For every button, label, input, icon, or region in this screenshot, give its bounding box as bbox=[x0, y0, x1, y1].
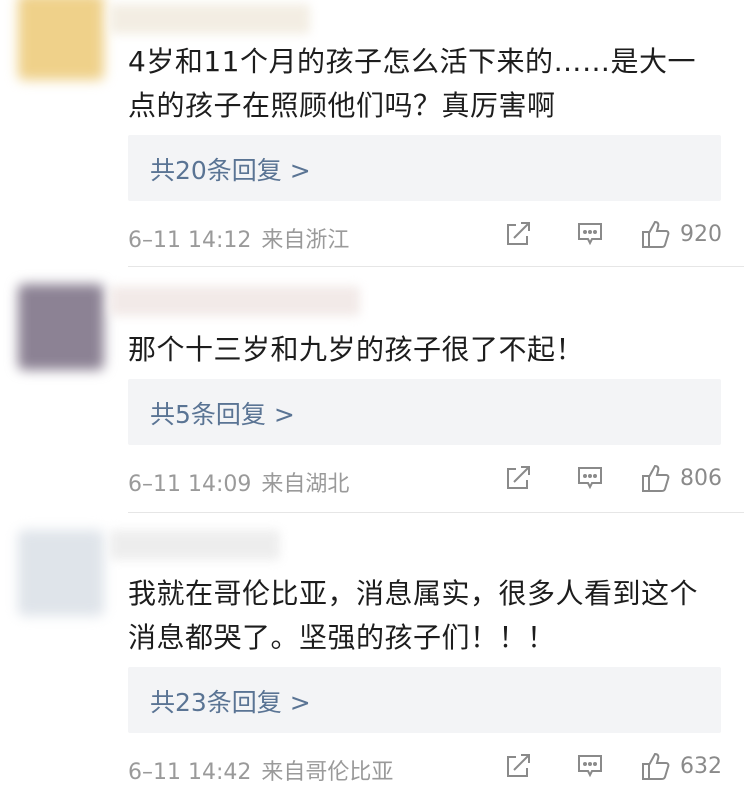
share-button[interactable] bbox=[504, 752, 532, 780]
location: 来自哥伦比亚 bbox=[261, 760, 394, 785]
timestamp: 6–11 14:12 bbox=[128, 228, 252, 253]
username-blurred[interactable] bbox=[110, 530, 280, 560]
comment-text: 我就在哥伦比亚，消息属实，很多人看到这个 消息都哭了。坚强的孩子们！！！ bbox=[128, 572, 728, 660]
share-icon bbox=[507, 222, 530, 245]
like-button[interactable]: 632 bbox=[640, 750, 722, 782]
like-button[interactable]: 920 bbox=[640, 218, 722, 250]
replies-link[interactable]: 共5条回复 > bbox=[150, 395, 295, 431]
comment-text: 那个十三岁和九岁的孩子很了不起！ bbox=[128, 328, 728, 372]
comment-text-line: 消息都哭了。坚强的孩子们！！！ bbox=[128, 621, 556, 654]
like-count: 920 bbox=[680, 221, 722, 247]
share-icon bbox=[507, 466, 530, 489]
divider bbox=[128, 266, 744, 267]
comment-text-line: 4岁和11个月的孩子怎么活下来的……是大一 bbox=[128, 45, 696, 78]
action-bar: 632 bbox=[504, 746, 722, 786]
comment-button[interactable] bbox=[576, 220, 604, 248]
like-button[interactable]: 806 bbox=[640, 462, 722, 494]
thumbs-up-icon bbox=[642, 220, 670, 248]
comment-icon bbox=[578, 467, 602, 490]
comment-text-line: 点的孩子在照顾他们吗？真厉害啊 bbox=[128, 89, 556, 122]
action-bar: 920 bbox=[504, 214, 722, 254]
action-bar: 806 bbox=[504, 458, 722, 498]
divider bbox=[128, 512, 744, 513]
avatar[interactable] bbox=[18, 530, 104, 616]
comment-button[interactable] bbox=[576, 752, 604, 780]
comment-meta: 6–11 14:12 来自浙江 bbox=[128, 222, 349, 254]
timestamp: 6–11 14:09 bbox=[128, 472, 252, 497]
thumbs-up-icon bbox=[642, 464, 670, 492]
share-icon bbox=[507, 754, 530, 777]
comment-text-line: 我就在哥伦比亚，消息属实，很多人看到这个 bbox=[128, 577, 699, 610]
location: 来自湖北 bbox=[261, 472, 350, 497]
comment-button[interactable] bbox=[576, 464, 604, 492]
replies-link[interactable]: 共20条回复 > bbox=[150, 151, 311, 187]
comment-text: 4岁和11个月的孩子怎么活下来的……是大一 点的孩子在照顾他们吗？真厉害啊 bbox=[128, 40, 728, 128]
replies-link[interactable]: 共23条回复 > bbox=[150, 683, 311, 719]
comment-icon bbox=[578, 223, 602, 246]
replies-box[interactable]: 共20条回复 > bbox=[128, 135, 721, 201]
thumbs-up-icon bbox=[642, 752, 670, 780]
share-button[interactable] bbox=[504, 220, 532, 248]
username-blurred[interactable] bbox=[110, 286, 360, 316]
like-count: 632 bbox=[680, 753, 722, 779]
comment-meta: 6–11 14:42 来自哥伦比亚 bbox=[128, 754, 393, 786]
like-count: 806 bbox=[680, 465, 722, 491]
avatar[interactable] bbox=[18, 0, 104, 80]
location: 来自浙江 bbox=[261, 228, 350, 253]
comment-icon bbox=[578, 755, 602, 778]
timestamp: 6–11 14:42 bbox=[128, 760, 252, 785]
comment-meta: 6–11 14:09 来自湖北 bbox=[128, 466, 349, 498]
username-blurred[interactable] bbox=[110, 4, 310, 34]
replies-box[interactable]: 共5条回复 > bbox=[128, 379, 721, 445]
avatar[interactable] bbox=[18, 284, 104, 370]
replies-box[interactable]: 共23条回复 > bbox=[128, 667, 721, 733]
comment-text-line: 那个十三岁和九岁的孩子很了不起！ bbox=[128, 333, 585, 366]
share-button[interactable] bbox=[504, 464, 532, 492]
